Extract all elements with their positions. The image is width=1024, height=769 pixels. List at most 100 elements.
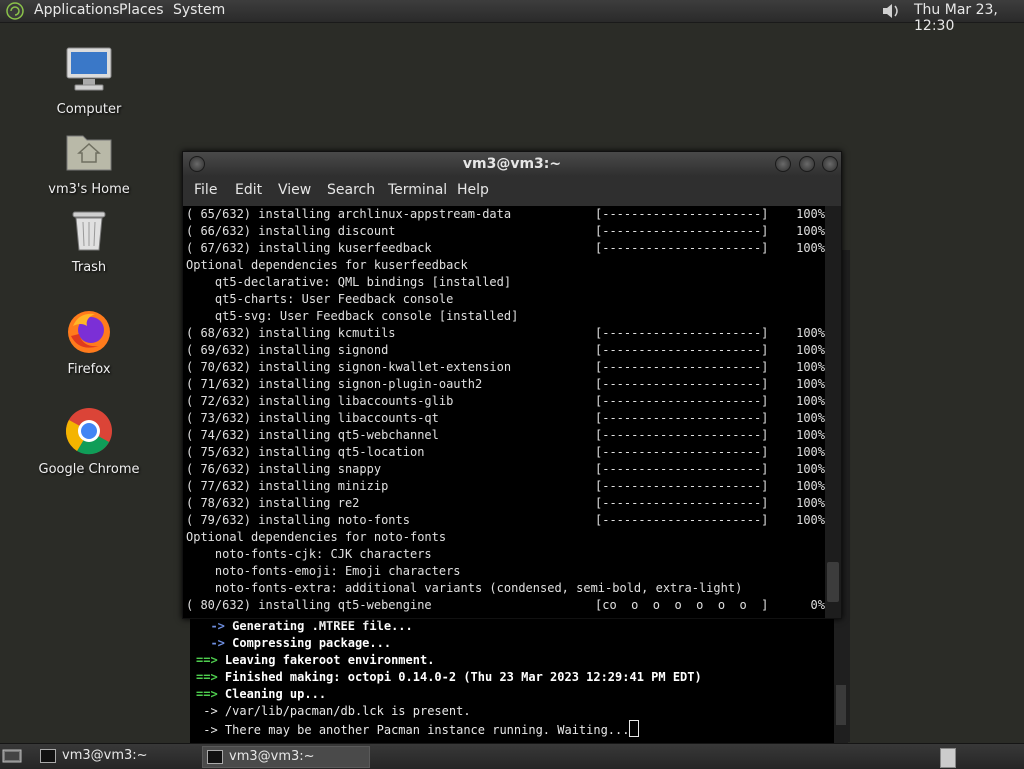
terminal-line: ( 67/632) installing kuserfeedback bbox=[186, 241, 432, 255]
desktop-icon-trash[interactable]: Trash bbox=[34, 208, 144, 275]
back-terminal-output[interactable]: -> Generating .MTREE file... -> Compress… bbox=[190, 617, 846, 743]
line-text: Compressing package... bbox=[232, 636, 392, 650]
progress-bar-text: [----------------------] bbox=[595, 428, 769, 442]
trash-applet-icon[interactable] bbox=[940, 748, 956, 768]
progress-percent: 100% bbox=[796, 207, 825, 221]
line-text: Cleaning up... bbox=[224, 687, 327, 701]
terminal-line: ==> Cleaning up... bbox=[196, 686, 326, 703]
system-menu[interactable]: System bbox=[173, 2, 225, 18]
desktop-icon-label: Google Chrome bbox=[38, 462, 140, 477]
minimize-button[interactable] bbox=[775, 156, 791, 172]
volume-icon[interactable] bbox=[880, 1, 902, 21]
terminal-menubar: File Edit View Search Terminal Help bbox=[183, 176, 841, 206]
terminal-line: ( 69/632) installing signond bbox=[186, 343, 389, 357]
window-title: vm3@vm3:~ bbox=[462, 156, 562, 172]
terminal-line: ==> Leaving fakeroot environment. bbox=[196, 652, 434, 669]
progress-percent: 100% bbox=[796, 241, 825, 255]
menu-help[interactable]: Help bbox=[457, 182, 489, 198]
clock[interactable]: Thu Mar 23, 12:30 bbox=[914, 2, 1024, 34]
terminal-line: noto-fonts-emoji: Emoji characters bbox=[186, 564, 461, 578]
scrollbar-thumb[interactable] bbox=[827, 562, 839, 602]
menu-terminal[interactable]: Terminal bbox=[388, 182, 447, 198]
terminal-output[interactable]: ( 65/632) installing archlinux-appstream… bbox=[183, 206, 825, 618]
desktop-icon-label: Firefox bbox=[67, 362, 111, 377]
desktop-icon-label: Computer bbox=[56, 102, 122, 117]
taskbar-item-label: vm3@vm3:~ bbox=[229, 749, 315, 764]
menu-file[interactable]: File bbox=[194, 182, 217, 198]
progress-bar-text: [----------------------] bbox=[595, 411, 769, 425]
terminal-line: qt5-declarative: QML bindings [installed… bbox=[186, 275, 512, 289]
desktop-icon-computer[interactable]: Computer bbox=[34, 44, 144, 117]
progress-bar-text: [----------------------] bbox=[595, 207, 769, 221]
desktop-icon-chrome[interactable]: Google Chrome bbox=[34, 406, 144, 477]
progress-percent: 100% bbox=[796, 360, 825, 374]
line-text: Leaving fakeroot environment. bbox=[224, 653, 435, 667]
terminal-line: ( 72/632) installing libaccounts-glib bbox=[186, 394, 454, 408]
terminal-line: qt5-charts: User Feedback console bbox=[186, 292, 454, 306]
line-prefix: ==> bbox=[196, 670, 225, 684]
back-terminal-scrollbar[interactable] bbox=[834, 617, 848, 743]
line-prefix: -> bbox=[196, 636, 233, 650]
line-prefix: -> bbox=[196, 619, 233, 633]
progress-bar-text: [----------------------] bbox=[595, 343, 769, 357]
line-prefix: -> bbox=[196, 704, 225, 718]
distro-logo-icon[interactable] bbox=[6, 2, 24, 20]
close-button[interactable] bbox=[822, 156, 838, 172]
line-text: /var/lib/pacman/db.lck is present. bbox=[224, 704, 471, 718]
progress-bar-text: [----------------------] bbox=[595, 224, 769, 238]
progress-bar-text: [----------------------] bbox=[595, 479, 769, 493]
taskbar-item-terminal[interactable]: vm3@vm3:~ bbox=[36, 746, 212, 766]
places-menu[interactable]: Places bbox=[119, 2, 164, 18]
window-titlebar[interactable]: vm3@vm3:~ bbox=[183, 152, 841, 176]
line-prefix: -> bbox=[196, 723, 225, 737]
applications-menu[interactable]: Applications bbox=[34, 2, 120, 18]
scrollbar-thumb[interactable] bbox=[836, 685, 846, 725]
terminal-line: Optional dependencies for noto-fonts bbox=[186, 530, 447, 544]
terminal-line: noto-fonts-extra: additional variants (c… bbox=[186, 581, 743, 595]
terminal-scrollbar[interactable] bbox=[825, 206, 841, 618]
menu-edit[interactable]: Edit bbox=[235, 182, 262, 198]
progress-percent: 100% bbox=[796, 496, 825, 510]
progress-bar-text: [----------------------] bbox=[595, 241, 769, 255]
progress-bar-text: [----------------------] bbox=[595, 394, 769, 408]
computer-icon bbox=[66, 47, 112, 91]
window-menu-button[interactable] bbox=[189, 156, 205, 172]
progress-percent: 100% bbox=[796, 377, 825, 391]
progress-bar-text: [----------------------] bbox=[595, 445, 769, 459]
terminal-line: -> Generating .MTREE file... bbox=[196, 618, 412, 635]
terminal-line: ( 71/632) installing signon-plugin-oauth… bbox=[186, 377, 483, 391]
terminal-line: noto-fonts-cjk: CJK characters bbox=[186, 547, 432, 561]
progress-percent: 100% bbox=[796, 343, 825, 357]
menu-search[interactable]: Search bbox=[327, 182, 375, 198]
terminal-line: ( 74/632) installing qt5-webchannel bbox=[186, 428, 439, 442]
progress-bar-text: [co o o o o o o ] bbox=[595, 598, 769, 612]
desktop-icon-label: Trash bbox=[71, 260, 107, 275]
trash-icon bbox=[72, 211, 106, 251]
progress-bar-text: [----------------------] bbox=[595, 513, 769, 527]
progress-percent: 0% bbox=[810, 598, 825, 612]
desktop-icon-home[interactable]: vm3's Home bbox=[34, 126, 144, 197]
firefox-icon bbox=[68, 311, 110, 353]
desktop-icon-firefox[interactable]: Firefox bbox=[34, 308, 144, 377]
terminal-icon bbox=[40, 749, 56, 763]
terminal-line: ==> Finished making: octopi 0.14.0-2 (Th… bbox=[196, 669, 702, 686]
progress-bar-text: [----------------------] bbox=[595, 360, 769, 374]
terminal-line: qt5-svg: User Feedback console [installe… bbox=[186, 309, 519, 323]
chrome-icon bbox=[65, 408, 112, 455]
terminal-line: -> There may be another Pacman instance … bbox=[196, 720, 640, 737]
terminal-line: -> Compressing package... bbox=[196, 635, 391, 652]
terminal-line: ( 68/632) installing kcmutils bbox=[186, 326, 396, 340]
menu-view[interactable]: View bbox=[278, 182, 311, 198]
text-cursor bbox=[629, 720, 640, 737]
terminal-window[interactable]: vm3@vm3:~ File Edit View Search Terminal… bbox=[182, 151, 842, 619]
show-desktop-icon[interactable] bbox=[2, 748, 22, 764]
progress-percent: 100% bbox=[796, 445, 825, 459]
taskbar-item-terminal-active[interactable]: vm3@vm3:~ bbox=[202, 746, 370, 768]
progress-percent: 100% bbox=[796, 462, 825, 476]
terminal-line: ( 66/632) installing discount bbox=[186, 224, 396, 238]
progress-bar-text: [----------------------] bbox=[595, 496, 769, 510]
progress-bar-text: [----------------------] bbox=[595, 377, 769, 391]
terminal-line: Optional dependencies for kuserfeedback bbox=[186, 258, 468, 272]
maximize-button[interactable] bbox=[799, 156, 815, 172]
progress-bar-text: [----------------------] bbox=[595, 462, 769, 476]
